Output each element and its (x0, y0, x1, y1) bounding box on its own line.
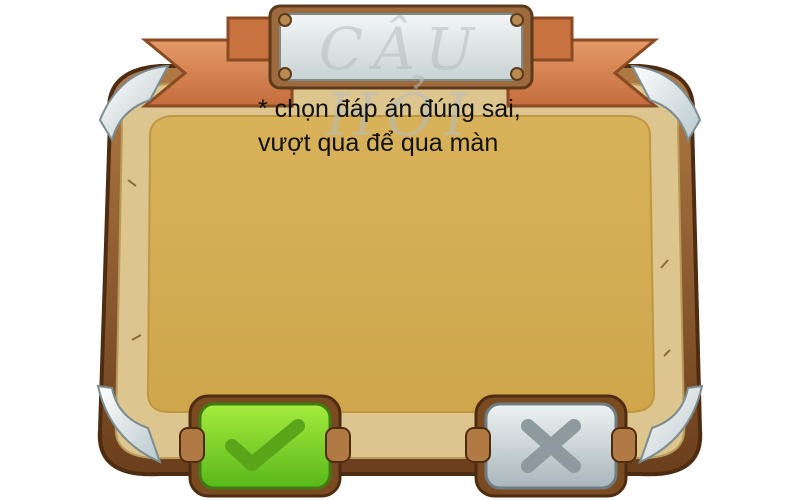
instruction-line-2: vượt qua để qua màn (258, 129, 499, 157)
correct-answer-button[interactable] (179, 394, 351, 498)
instruction-line-1: * chọn đáp án đúng sai, (258, 95, 521, 123)
instruction-text: * chọn đáp án đúng sai, vượt qua để qua … (258, 92, 598, 160)
title-plate: CÂU HỎI (275, 12, 528, 149)
dialog-title: CÂU HỎI (318, 15, 485, 149)
question-dialog: CÂU HỎI * chọn đáp án đúng sai, vượt qua… (0, 0, 800, 500)
wrong-answer-button[interactable] (465, 394, 637, 498)
